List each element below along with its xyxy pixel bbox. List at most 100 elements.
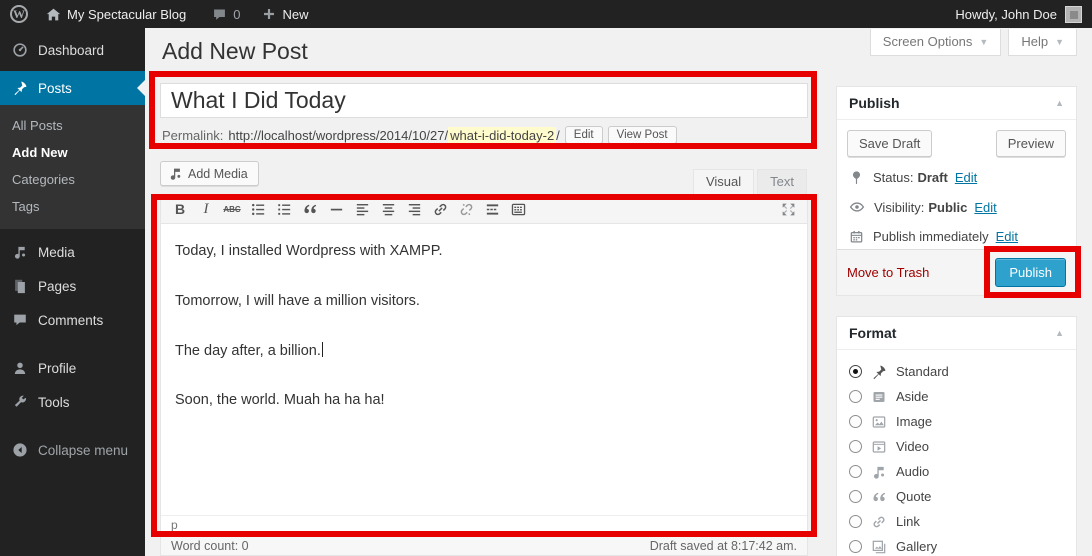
format-option-quote[interactable]: Quote	[849, 484, 1064, 509]
preview-button[interactable]: Preview	[996, 130, 1066, 157]
format-option-gallery[interactable]: Gallery	[849, 534, 1064, 556]
collapse-toggle-icon[interactable]: ▲	[1055, 328, 1064, 338]
publish-button[interactable]: Publish	[995, 258, 1066, 287]
comments-count: 0	[233, 7, 240, 22]
format-option-standard[interactable]: Standard	[849, 359, 1064, 384]
format-option-label: Quote	[896, 489, 931, 504]
visibility-value: Public	[928, 200, 967, 215]
profile-icon	[12, 360, 28, 376]
screen-options-tab[interactable]: Screen Options ▼	[870, 29, 1002, 56]
word-count-label: Word count:	[171, 539, 238, 553]
insert-link-button[interactable]	[427, 197, 453, 221]
sidebar-item-label: Profile	[38, 361, 76, 376]
radio-link[interactable]	[849, 515, 862, 528]
edit-status-link[interactable]: Edit	[955, 170, 977, 185]
format-metabox-header[interactable]: Format ▲	[837, 317, 1076, 350]
format-option-label: Link	[896, 514, 920, 529]
comments-icon	[12, 312, 28, 328]
strikethrough-button[interactable]: ABC	[219, 197, 245, 221]
dashboard-icon	[12, 42, 28, 58]
toolbar-toggle-button[interactable]	[505, 197, 531, 221]
screen-options-label: Screen Options	[883, 34, 973, 49]
post-status-info: Word count: 0 Draft saved at 8:17:42 am.	[161, 535, 807, 555]
admin-bar-comments[interactable]: 0	[203, 0, 249, 28]
view-post-button[interactable]: View Post	[608, 126, 677, 144]
format-option-label: Image	[896, 414, 932, 429]
format-metabox-title: Format	[849, 325, 896, 341]
wordpress-add-new-post-screen: W My Spectacular Blog 0 New Howdy, John …	[0, 0, 1092, 556]
sidebar-item-pages[interactable]: Pages	[0, 269, 145, 303]
read-more-button[interactable]	[479, 197, 505, 221]
help-label: Help	[1021, 34, 1048, 49]
help-tab[interactable]: Help ▼	[1008, 29, 1077, 56]
format-option-audio[interactable]: Audio	[849, 459, 1064, 484]
submenu-add-new[interactable]: Add New	[0, 139, 145, 166]
status-label: Status:	[873, 170, 913, 185]
site-name-link[interactable]: My Spectacular Blog	[37, 0, 195, 28]
permalink-slug[interactable]: what-i-did-today-2	[448, 127, 556, 144]
italic-button[interactable]: I	[193, 197, 219, 221]
format-option-aside[interactable]: Aside	[849, 384, 1064, 409]
editor-content-area[interactable]: Today, I installed Wordpress with XAMPP.…	[161, 224, 807, 515]
submenu-categories[interactable]: Categories	[0, 166, 145, 193]
collapse-menu-label: Collapse menu	[38, 443, 128, 458]
save-draft-button[interactable]: Save Draft	[847, 130, 932, 157]
tab-visual[interactable]: Visual	[693, 169, 754, 195]
sidebar-item-profile[interactable]: Profile	[0, 351, 145, 385]
radio-quote[interactable]	[849, 490, 862, 503]
blockquote-button[interactable]	[297, 197, 323, 221]
move-to-trash-link[interactable]: Move to Trash	[847, 265, 929, 280]
format-option-label: Video	[896, 439, 929, 454]
sidebar-item-tools[interactable]: Tools	[0, 385, 145, 419]
align-center-button[interactable]	[375, 197, 401, 221]
sidebar-item-label: Tools	[38, 395, 70, 410]
sidebar-item-posts[interactable]: Posts	[0, 71, 145, 105]
sidebar-item-label: Posts	[38, 81, 72, 96]
tab-text[interactable]: Text	[757, 169, 807, 195]
submenu-tags[interactable]: Tags	[0, 193, 145, 220]
wp-logo-menu[interactable]: W	[0, 0, 37, 28]
sidebar-item-comments[interactable]: Comments	[0, 303, 145, 337]
schedule-text: Publish immediately	[873, 229, 989, 244]
publish-metabox-title: Publish	[849, 95, 900, 111]
bulleted-list-button[interactable]	[245, 197, 271, 221]
align-right-button[interactable]	[401, 197, 427, 221]
format-option-link[interactable]: Link	[849, 509, 1064, 534]
visibility-label: Visibility:	[874, 200, 924, 215]
submenu-all-posts[interactable]: All Posts	[0, 112, 145, 139]
publish-metabox-header[interactable]: Publish ▲	[837, 87, 1076, 120]
collapse-toggle-icon[interactable]: ▲	[1055, 98, 1064, 108]
radio-aside[interactable]	[849, 390, 862, 403]
numbered-list-button[interactable]	[271, 197, 297, 221]
text-cursor	[322, 342, 323, 357]
fullscreen-icon[interactable]	[775, 197, 801, 221]
format-option-video[interactable]: Video	[849, 434, 1064, 459]
sidebar-item-dashboard[interactable]: Dashboard	[0, 33, 145, 67]
posts-submenu: All Posts Add New Categories Tags	[0, 105, 145, 229]
permalink-trailing-slash: /	[556, 128, 560, 143]
edit-schedule-link[interactable]: Edit	[996, 229, 1018, 244]
collapse-menu-button[interactable]: Collapse menu	[0, 433, 145, 467]
radio-gallery[interactable]	[849, 540, 862, 553]
align-left-button[interactable]	[349, 197, 375, 221]
radio-audio[interactable]	[849, 465, 862, 478]
admin-bar-new[interactable]: New	[253, 0, 317, 28]
radio-standard[interactable]	[849, 365, 862, 378]
format-options-list: Standard Aside Image	[837, 350, 1076, 556]
radio-video[interactable]	[849, 440, 862, 453]
editor-element-path[interactable]: p	[161, 515, 807, 536]
horizontal-rule-button[interactable]	[323, 197, 349, 221]
bold-button[interactable]: B	[167, 197, 193, 221]
remove-link-button[interactable]	[453, 197, 479, 221]
radio-image[interactable]	[849, 415, 862, 428]
format-option-image[interactable]: Image	[849, 409, 1064, 434]
post-title-input[interactable]	[160, 83, 808, 118]
quote-icon	[871, 489, 887, 505]
editor-paragraph: Soon, the world. Muah ha ha ha!	[175, 390, 793, 412]
admin-bar-account[interactable]: Howdy, John Doe	[955, 6, 1092, 23]
sidebar-item-media[interactable]: Media	[0, 235, 145, 269]
edit-visibility-link[interactable]: Edit	[974, 200, 996, 215]
sidebar-item-label: Dashboard	[38, 43, 104, 58]
calendar-icon	[849, 229, 864, 244]
edit-permalink-button[interactable]: Edit	[565, 126, 603, 144]
